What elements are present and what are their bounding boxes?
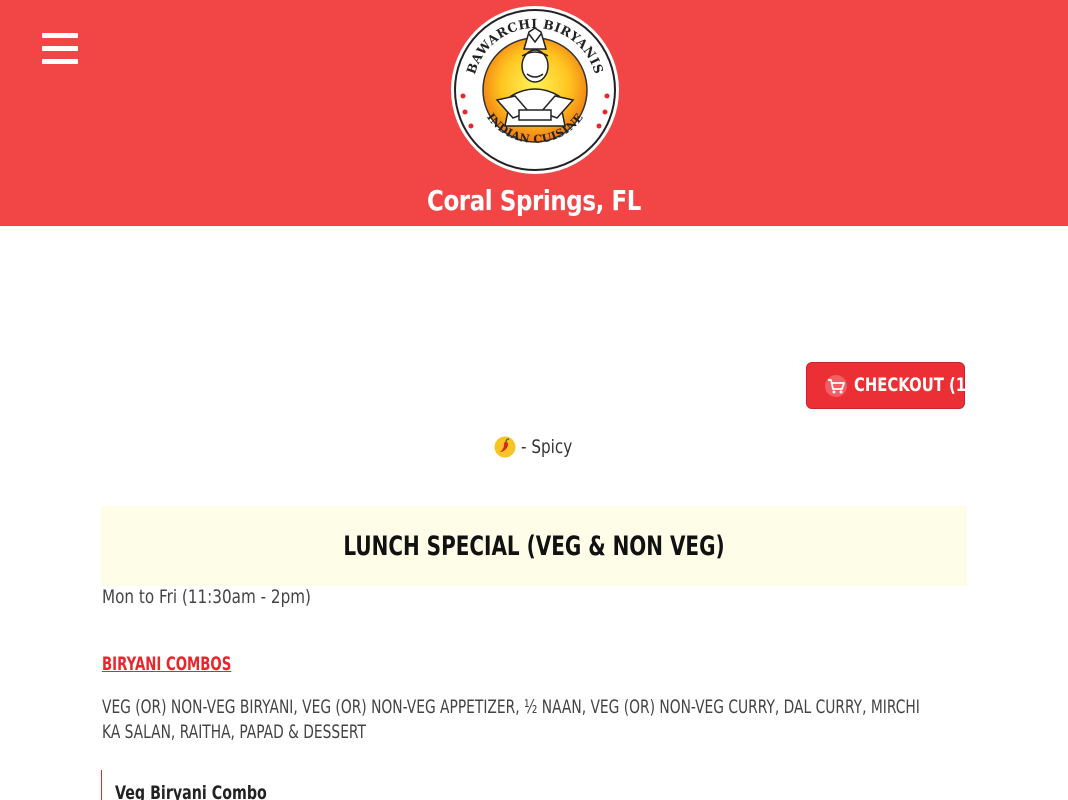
shopping-cart-icon [825,375,847,397]
section-hours: Mon to Fri (11:30am - 2pm) [102,586,311,608]
chili-pepper-icon [494,436,516,458]
hamburger-menu-icon[interactable] [42,33,78,65]
menu-item-row[interactable]: Veg Biryani Combo [101,770,967,800]
menu-item-name: Veg Biryani Combo [115,782,267,800]
section-title: LUNCH SPECIAL (VEG & NON VEG) [343,531,725,562]
category-link-biryani-combos[interactable]: BIRYANI COMBOS [102,653,231,675]
category-description: VEG (OR) NON-VEG BIRYANI, VEG (OR) NON-V… [102,696,920,743]
site-header: BAWARCHI BIRYANIS INDIAN CUISINE Coral S… [0,0,1068,226]
spicy-legend: - Spicy [494,434,585,460]
lunch-special-section: LUNCH SPECIAL (VEG & NON VEG) [101,506,967,586]
checkout-button[interactable]: CHECKOUT (1) [806,362,973,409]
legend-text: - Spicy [521,436,573,458]
location-title: Coral Springs, FL [427,184,641,217]
checkout-label: CHECKOUT (1) [854,374,973,396]
restaurant-logo[interactable]: BAWARCHI BIRYANIS INDIAN CUISINE [449,4,621,176]
